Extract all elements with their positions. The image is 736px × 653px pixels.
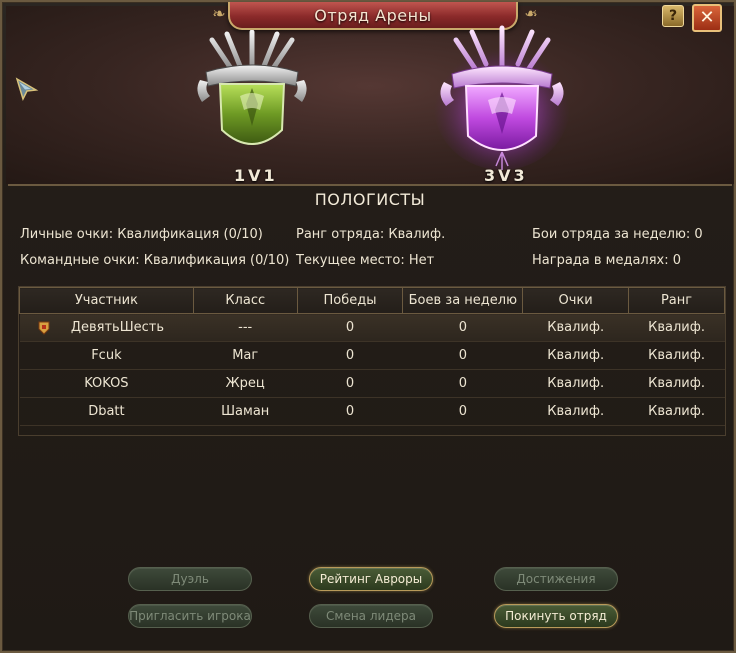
member-points: Квалиф. [522, 369, 629, 398]
column-header-points[interactable]: Очки [522, 287, 630, 314]
team-mode-label: 3V3 [484, 166, 528, 185]
member-points: Квалиф. [522, 397, 629, 426]
header-divider [8, 184, 732, 186]
change-leader-button[interactable]: Смена лидера [309, 604, 433, 628]
title-ornament-right-icon: ❧ [524, 4, 538, 23]
member-rank: Квалиф. [628, 397, 725, 426]
member-wins: 0 [297, 369, 403, 398]
leader-crest-icon [38, 321, 49, 335]
help-button[interactable]: ? [662, 5, 684, 27]
member-weekly-battles: 0 [402, 397, 523, 426]
column-header-class[interactable]: Класс [192, 287, 298, 314]
leave-squad-button[interactable]: Покинуть отряд [494, 604, 618, 628]
title-ornament-left-icon: ❧ [212, 4, 226, 23]
table-header-row: Участник Класс Победы Боев за неделю Очк… [19, 287, 725, 314]
squad-name: ПОЛОГИСТЫ [314, 190, 426, 209]
table-row[interactable]: ДевятьШесть --- 0 0 Квалиф. Квалиф. [19, 313, 725, 342]
member-name: KOKOS [19, 369, 194, 398]
invite-player-button[interactable]: Пригласить игрока [128, 604, 252, 628]
column-header-wins[interactable]: Победы [296, 287, 404, 314]
column-header-weekly-battles[interactable]: Боев за неделю [402, 287, 524, 314]
table-row[interactable]: KOKOS Жрец 0 0 Квалиф. Квалиф. [19, 369, 725, 398]
solo-mode-label: 1V1 [234, 166, 278, 185]
member-weekly-battles: 0 [402, 369, 523, 398]
member-weekly-battles: 0 [402, 313, 523, 342]
member-rank: Квалиф. [628, 369, 725, 398]
squad-rank: Ранг отряда: Квалиф. [296, 227, 446, 242]
members-table: Участник Класс Победы Боев за неделю Очк… [18, 286, 726, 436]
member-wins: 0 [297, 341, 403, 370]
solo-arena-emblem-icon[interactable] [192, 30, 312, 170]
column-header-member[interactable]: Участник [19, 287, 194, 314]
member-class: --- [193, 313, 298, 342]
pointer-cursor-icon [15, 77, 39, 102]
member-rank: Квалиф. [628, 313, 725, 342]
medal-reward: Награда в медалях: 0 [532, 253, 682, 268]
table-row[interactable]: Fcuk Маг 0 0 Квалиф. Квалиф. [19, 341, 725, 370]
member-class: Шаман [193, 397, 298, 426]
member-wins: 0 [297, 313, 403, 342]
member-rank: Квалиф. [628, 341, 725, 370]
team-arena-emblem-icon[interactable] [432, 24, 572, 174]
close-button[interactable]: ✕ [692, 4, 722, 32]
column-header-rank[interactable]: Ранг [628, 287, 725, 314]
member-name: Dbatt [19, 397, 194, 426]
member-name: ДевятьШесть [70, 320, 164, 335]
member-class: Жрец [193, 369, 298, 398]
achievements-button[interactable]: Достижения [494, 567, 618, 591]
member-weekly-battles: 0 [402, 341, 523, 370]
member-name: Fcuk [19, 341, 194, 370]
table-row[interactable]: Dbatt Шаман 0 0 Квалиф. Квалиф. [19, 397, 725, 426]
duel-button[interactable]: Дуэль [128, 567, 252, 591]
window-title: Отряд Арены [314, 5, 432, 25]
arena-squad-window: Отряд Арены ❧ ❧ ? ✕ 1V1 3V3 ПОЛОГИСТЫ Ли… [0, 0, 736, 653]
weekly-battles: Бои отряда за неделю: 0 [532, 227, 703, 242]
current-place: Текущее место: Нет [296, 253, 435, 268]
member-points: Квалиф. [522, 313, 629, 342]
member-points: Квалиф. [522, 341, 629, 370]
member-class: Маг [193, 341, 298, 370]
emblem-backdrop [6, 6, 734, 184]
aurora-rating-button[interactable]: Рейтинг Авроры [309, 567, 433, 591]
team-points: Командные очки: Квалификация (0/10) [20, 253, 290, 268]
member-name-cell: ДевятьШесть [19, 313, 194, 342]
member-wins: 0 [297, 397, 403, 426]
personal-points: Личные очки: Квалификация (0/10) [20, 227, 263, 242]
